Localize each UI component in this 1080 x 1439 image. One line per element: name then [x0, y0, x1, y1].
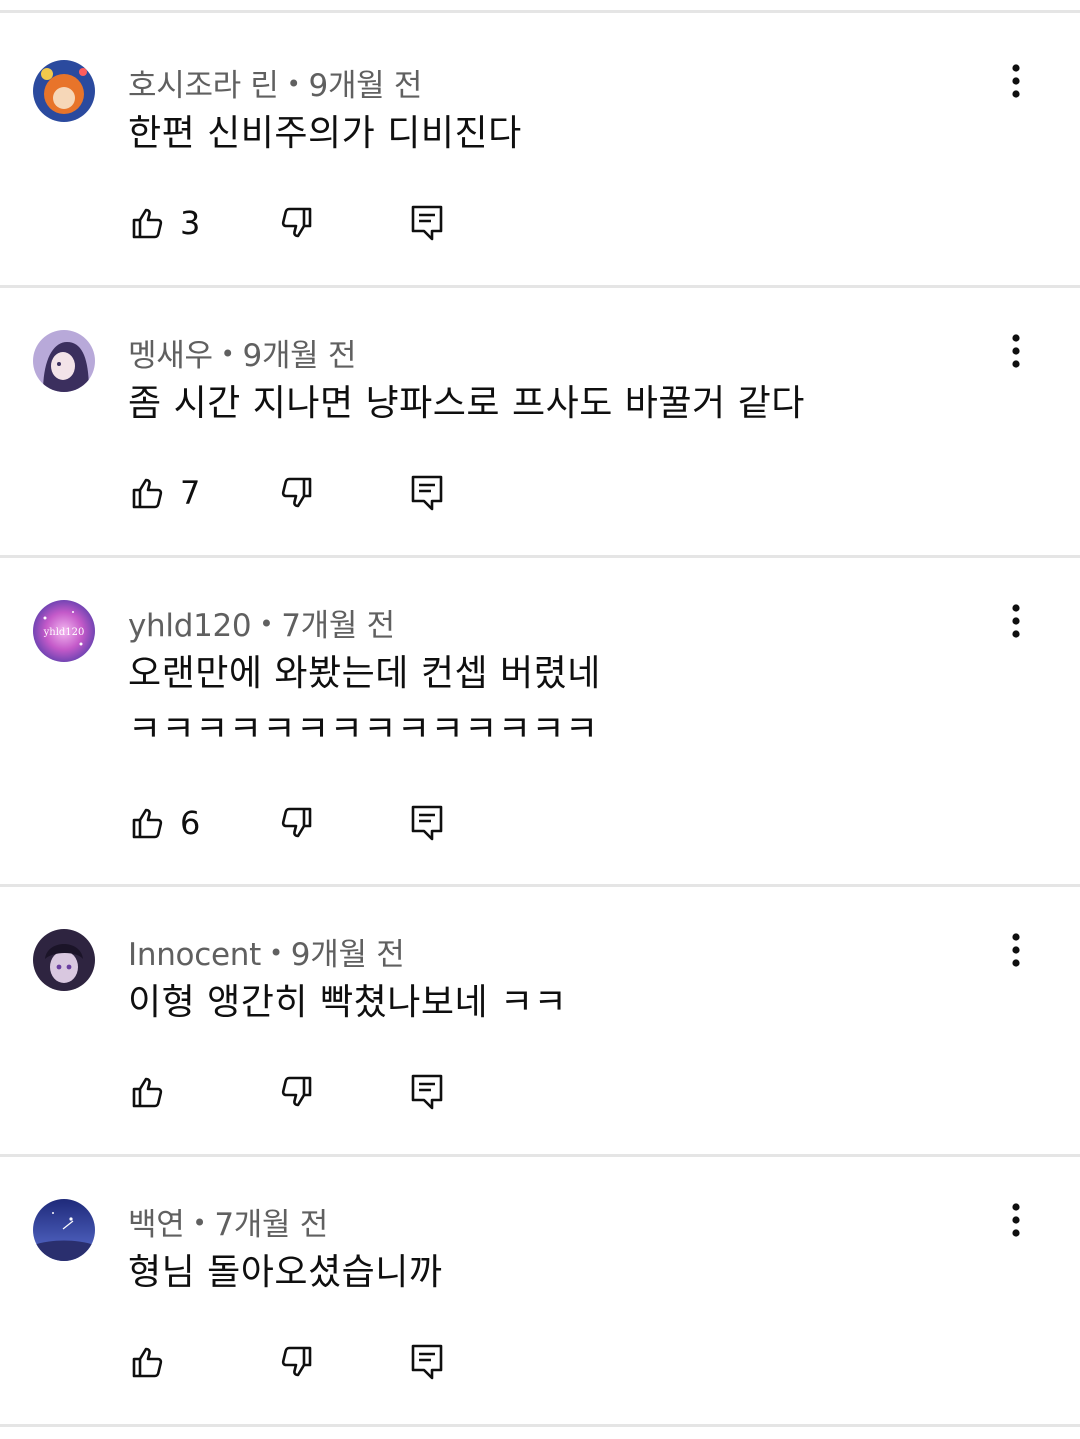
- reply-button[interactable]: [410, 803, 444, 843]
- avatar-text: yhld120: [43, 627, 85, 638]
- comment-time: 9개월 전: [290, 937, 405, 973]
- avatar[interactable]: yhld120: [33, 600, 95, 662]
- more-vert-icon[interactable]: [1000, 1199, 1032, 1243]
- avatar[interactable]: [33, 330, 95, 392]
- thumbs-down-icon: [281, 207, 312, 238]
- comment-line: 좀 시간 지나면 냥파스로 프사도 바꿀거 같다: [128, 383, 805, 424]
- comment-item: Innocent • 9개월 전 이형 앵간히 빡쳤나보네 ㅋㅋ: [0, 887, 1080, 1157]
- dislike-button[interactable]: [278, 1072, 314, 1112]
- meta-separator: •: [220, 340, 235, 368]
- reply-button[interactable]: [410, 1342, 444, 1382]
- reply-icon: [411, 1344, 443, 1380]
- like-count: 7: [180, 474, 201, 512]
- comment-line: 오랜만에 와봤는데 컨셉 버렸네: [128, 653, 601, 694]
- meta-separator: •: [192, 1209, 207, 1237]
- like-button[interactable]: 7: [130, 473, 200, 513]
- like-button[interactable]: [130, 1342, 180, 1382]
- comment-item: 호시조라 린 • 9개월 전 한편 신비주의가 디비진다 3: [0, 16, 1080, 288]
- dislike-button[interactable]: [278, 1342, 314, 1382]
- comment-meta: 호시조라 린 • 9개월 전: [128, 60, 422, 105]
- comment-line: 형님 돌아오셨습니까: [128, 1252, 443, 1293]
- comment-time: 7개월 전: [281, 608, 395, 644]
- comment-text: 좀 시간 지나면 냥파스로 프사도 바꿀거 같다: [128, 376, 805, 432]
- dislike-button[interactable]: [278, 473, 314, 513]
- avatar[interactable]: [33, 929, 95, 991]
- avatar[interactable]: [33, 1199, 95, 1261]
- dislike-button[interactable]: [278, 803, 314, 843]
- comment-time: 9개월 전: [308, 68, 423, 104]
- reply-icon: [411, 205, 443, 241]
- like-button[interactable]: 6: [130, 803, 200, 843]
- comment-line: 한편 신비주의가 디비진다: [128, 113, 522, 154]
- more-vert-icon[interactable]: [1000, 60, 1032, 104]
- comment-meta: yhld120 • 7개월 전: [128, 600, 395, 645]
- more-vert-icon[interactable]: [1000, 929, 1032, 973]
- like-count: 6: [180, 804, 201, 842]
- comment-text: 이형 앵간히 빡쳤나보네 ㅋㅋ: [128, 975, 567, 1031]
- author-name[interactable]: 멩새우: [128, 338, 213, 374]
- thumbs-up-icon: [132, 808, 163, 839]
- comment-meta: Innocent • 9개월 전: [128, 929, 405, 974]
- reply-icon: [411, 1074, 443, 1110]
- comment-time: 7개월 전: [214, 1207, 328, 1243]
- thumbs-down-icon: [281, 807, 312, 838]
- meta-separator: •: [268, 939, 283, 967]
- comment-text: 형님 돌아오셨습니까: [128, 1245, 443, 1301]
- thumbs-down-icon: [281, 477, 312, 508]
- author-name[interactable]: 호시조라 린: [128, 68, 279, 104]
- like-button[interactable]: [130, 1072, 180, 1112]
- comment-meta: 멩새우 • 9개월 전: [128, 330, 356, 375]
- comment-item: 멩새우 • 9개월 전 좀 시간 지나면 냥파스로 프사도 바꿀거 같다 7: [0, 288, 1080, 558]
- meta-separator: •: [259, 610, 274, 638]
- thumbs-down-icon: [281, 1076, 312, 1107]
- comment-line: 이형 앵간히 빡쳤나보네 ㅋㅋ: [128, 982, 568, 1023]
- thumbs-up-icon: [132, 1347, 163, 1378]
- reply-icon: [411, 475, 443, 511]
- thumbs-up-icon: [132, 208, 163, 239]
- thumbs-up-icon: [132, 1077, 163, 1108]
- thumbs-up-icon: [132, 478, 163, 509]
- comment-item: yhld120 yhld120 • 7개월 전 오랜만에 와봤는데 컨셉 버렸네 ㅋ…: [0, 558, 1080, 887]
- comment-time: 9개월 전: [242, 338, 357, 374]
- more-vert-icon[interactable]: [1000, 600, 1032, 644]
- avatar[interactable]: [33, 60, 95, 122]
- dislike-button[interactable]: [278, 203, 314, 243]
- reply-button[interactable]: [410, 473, 444, 513]
- like-count: 3: [180, 204, 201, 242]
- comment-item: 백연 • 7개월 전 형님 돌아오셨습니까: [0, 1157, 1080, 1427]
- reply-button[interactable]: [410, 1072, 444, 1112]
- more-vert-icon[interactable]: [1000, 330, 1032, 374]
- thumbs-down-icon: [281, 1346, 312, 1377]
- top-divider: [0, 10, 1080, 13]
- comment-text: 오랜만에 와봤는데 컨셉 버렸네 ㅋㅋㅋㅋㅋㅋㅋㅋㅋㅋㅋㅋㅋㅋ: [128, 646, 601, 758]
- reply-icon: [411, 805, 443, 841]
- reply-button[interactable]: [410, 203, 444, 243]
- author-name[interactable]: yhld120: [128, 608, 252, 644]
- like-button[interactable]: 3: [130, 203, 200, 243]
- comment-text: 한편 신비주의가 디비진다: [128, 106, 522, 162]
- comment-line: ㅋㅋㅋㅋㅋㅋㅋㅋㅋㅋㅋㅋㅋㅋ: [128, 709, 599, 750]
- meta-separator: •: [286, 70, 301, 98]
- author-name[interactable]: 백연: [128, 1207, 185, 1243]
- comment-meta: 백연 • 7개월 전: [128, 1199, 328, 1244]
- author-name[interactable]: Innocent: [128, 937, 261, 973]
